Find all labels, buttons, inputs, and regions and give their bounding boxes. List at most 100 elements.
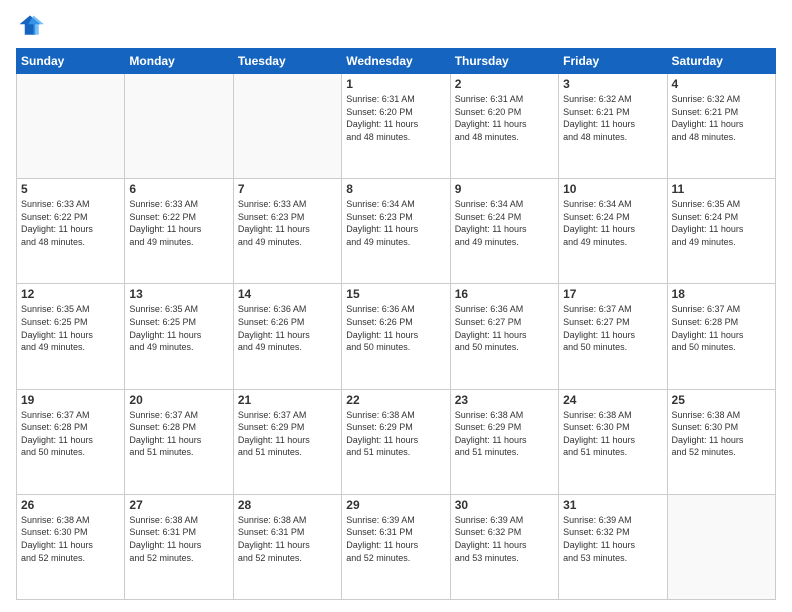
week-row-1: 1 Sunrise: 6:31 AM Sunset: 6:20 PM Daylig… bbox=[17, 74, 776, 179]
header bbox=[16, 12, 776, 40]
weekday-header-thursday: Thursday bbox=[450, 49, 558, 74]
calendar-cell: 17 Sunrise: 6:37 AM Sunset: 6:27 PM Dayli… bbox=[559, 284, 667, 389]
day-info: Sunrise: 6:31 AM Sunset: 6:20 PM Dayligh… bbox=[346, 93, 445, 143]
day-number: 15 bbox=[346, 287, 445, 301]
calendar-cell: 6 Sunrise: 6:33 AM Sunset: 6:22 PM Daylig… bbox=[125, 179, 233, 284]
day-info: Sunrise: 6:38 AM Sunset: 6:31 PM Dayligh… bbox=[238, 514, 337, 564]
day-number: 28 bbox=[238, 498, 337, 512]
calendar-cell: 8 Sunrise: 6:34 AM Sunset: 6:23 PM Daylig… bbox=[342, 179, 450, 284]
day-number: 12 bbox=[21, 287, 120, 301]
day-info: Sunrise: 6:36 AM Sunset: 6:26 PM Dayligh… bbox=[238, 303, 337, 353]
day-info: Sunrise: 6:37 AM Sunset: 6:29 PM Dayligh… bbox=[238, 409, 337, 459]
calendar-cell: 23 Sunrise: 6:38 AM Sunset: 6:29 PM Dayli… bbox=[450, 389, 558, 494]
day-number: 26 bbox=[21, 498, 120, 512]
day-info: Sunrise: 6:35 AM Sunset: 6:25 PM Dayligh… bbox=[129, 303, 228, 353]
day-number: 1 bbox=[346, 77, 445, 91]
day-info: Sunrise: 6:35 AM Sunset: 6:24 PM Dayligh… bbox=[672, 198, 771, 248]
day-number: 20 bbox=[129, 393, 228, 407]
day-info: Sunrise: 6:38 AM Sunset: 6:30 PM Dayligh… bbox=[672, 409, 771, 459]
weekday-header-friday: Friday bbox=[559, 49, 667, 74]
day-info: Sunrise: 6:37 AM Sunset: 6:27 PM Dayligh… bbox=[563, 303, 662, 353]
day-number: 31 bbox=[563, 498, 662, 512]
calendar-cell bbox=[667, 494, 775, 599]
calendar-cell: 12 Sunrise: 6:35 AM Sunset: 6:25 PM Dayli… bbox=[17, 284, 125, 389]
day-info: Sunrise: 6:39 AM Sunset: 6:32 PM Dayligh… bbox=[455, 514, 554, 564]
calendar-cell: 28 Sunrise: 6:38 AM Sunset: 6:31 PM Dayli… bbox=[233, 494, 341, 599]
day-number: 23 bbox=[455, 393, 554, 407]
calendar-cell: 24 Sunrise: 6:38 AM Sunset: 6:30 PM Dayli… bbox=[559, 389, 667, 494]
day-info: Sunrise: 6:32 AM Sunset: 6:21 PM Dayligh… bbox=[672, 93, 771, 143]
calendar-cell: 7 Sunrise: 6:33 AM Sunset: 6:23 PM Daylig… bbox=[233, 179, 341, 284]
day-number: 6 bbox=[129, 182, 228, 196]
day-info: Sunrise: 6:35 AM Sunset: 6:25 PM Dayligh… bbox=[21, 303, 120, 353]
day-number: 13 bbox=[129, 287, 228, 301]
week-row-2: 5Sunrise: 6:33 AM Sunset: 6:22 PM Daylig… bbox=[17, 179, 776, 284]
calendar-cell: 10 Sunrise: 6:34 AM Sunset: 6:24 PM Dayli… bbox=[559, 179, 667, 284]
weekday-header-monday: Monday bbox=[125, 49, 233, 74]
calendar-cell: 19 Sunrise: 6:37 AM Sunset: 6:28 PM Dayli… bbox=[17, 389, 125, 494]
day-number: 18 bbox=[672, 287, 771, 301]
day-info: Sunrise: 6:38 AM Sunset: 6:29 PM Dayligh… bbox=[455, 409, 554, 459]
day-number: 19 bbox=[21, 393, 120, 407]
calendar-cell: 3 Sunrise: 6:32 AM Sunset: 6:21 PM Daylig… bbox=[559, 74, 667, 179]
day-info: Sunrise: 6:38 AM Sunset: 6:30 PM Dayligh… bbox=[563, 409, 662, 459]
day-info: Sunrise: 6:33 AM Sunset: 6:23 PM Dayligh… bbox=[238, 198, 337, 248]
calendar-cell: 13 Sunrise: 6:35 AM Sunset: 6:25 PM Dayli… bbox=[125, 284, 233, 389]
calendar-cell: 27 Sunrise: 6:38 AM Sunset: 6:31 PM Dayli… bbox=[125, 494, 233, 599]
day-info: Sunrise: 6:34 AM Sunset: 6:24 PM Dayligh… bbox=[455, 198, 554, 248]
calendar-cell: 4 Sunrise: 6:32 AM Sunset: 6:21 PM Daylig… bbox=[667, 74, 775, 179]
day-number: 16 bbox=[455, 287, 554, 301]
weekday-header-saturday: Saturday bbox=[667, 49, 775, 74]
calendar-cell: 1 Sunrise: 6:31 AM Sunset: 6:20 PM Daylig… bbox=[342, 74, 450, 179]
day-number: 29 bbox=[346, 498, 445, 512]
week-row-5: 26Sunrise: 6:38 AM Sunset: 6:30 PM Dayli… bbox=[17, 494, 776, 599]
day-number: 17 bbox=[563, 287, 662, 301]
day-number: 24 bbox=[563, 393, 662, 407]
day-info: Sunrise: 6:38 AM Sunset: 6:29 PM Dayligh… bbox=[346, 409, 445, 459]
calendar-cell: 21 Sunrise: 6:37 AM Sunset: 6:29 PM Dayli… bbox=[233, 389, 341, 494]
day-info: Sunrise: 6:37 AM Sunset: 6:28 PM Dayligh… bbox=[129, 409, 228, 459]
day-number: 22 bbox=[346, 393, 445, 407]
day-number: 14 bbox=[238, 287, 337, 301]
logo bbox=[16, 12, 48, 40]
calendar-cell: 22 Sunrise: 6:38 AM Sunset: 6:29 PM Dayli… bbox=[342, 389, 450, 494]
day-info: Sunrise: 6:36 AM Sunset: 6:27 PM Dayligh… bbox=[455, 303, 554, 353]
day-info: Sunrise: 6:38 AM Sunset: 6:31 PM Dayligh… bbox=[129, 514, 228, 564]
day-number: 3 bbox=[563, 77, 662, 91]
day-number: 11 bbox=[672, 182, 771, 196]
calendar-cell: 5Sunrise: 6:33 AM Sunset: 6:22 PM Daylig… bbox=[17, 179, 125, 284]
calendar-cell: 31 Sunrise: 6:39 AM Sunset: 6:32 PM Dayli… bbox=[559, 494, 667, 599]
page: SundayMondayTuesdayWednesdayThursdayFrid… bbox=[0, 0, 792, 612]
week-row-3: 12 Sunrise: 6:35 AM Sunset: 6:25 PM Dayli… bbox=[17, 284, 776, 389]
day-number: 21 bbox=[238, 393, 337, 407]
calendar-cell: 30 Sunrise: 6:39 AM Sunset: 6:32 PM Dayli… bbox=[450, 494, 558, 599]
day-info: Sunrise: 6:32 AM Sunset: 6:21 PM Dayligh… bbox=[563, 93, 662, 143]
day-info: Sunrise: 6:33 AM Sunset: 6:22 PM Dayligh… bbox=[129, 198, 228, 248]
day-number: 8 bbox=[346, 182, 445, 196]
calendar-cell: 9 Sunrise: 6:34 AM Sunset: 6:24 PM Daylig… bbox=[450, 179, 558, 284]
day-info: Sunrise: 6:37 AM Sunset: 6:28 PM Dayligh… bbox=[21, 409, 120, 459]
calendar-cell bbox=[17, 74, 125, 179]
day-number: 2 bbox=[455, 77, 554, 91]
day-info: Sunrise: 6:33 AM Sunset: 6:22 PM Dayligh… bbox=[21, 198, 120, 248]
calendar-cell: 15 Sunrise: 6:36 AM Sunset: 6:26 PM Dayli… bbox=[342, 284, 450, 389]
day-info: Sunrise: 6:34 AM Sunset: 6:24 PM Dayligh… bbox=[563, 198, 662, 248]
day-info: Sunrise: 6:34 AM Sunset: 6:23 PM Dayligh… bbox=[346, 198, 445, 248]
day-number: 7 bbox=[238, 182, 337, 196]
day-number: 30 bbox=[455, 498, 554, 512]
day-number: 9 bbox=[455, 182, 554, 196]
day-number: 10 bbox=[563, 182, 662, 196]
calendar-table: SundayMondayTuesdayWednesdayThursdayFrid… bbox=[16, 48, 776, 600]
weekday-header-tuesday: Tuesday bbox=[233, 49, 341, 74]
week-row-4: 19 Sunrise: 6:37 AM Sunset: 6:28 PM Dayli… bbox=[17, 389, 776, 494]
calendar-cell: 14 Sunrise: 6:36 AM Sunset: 6:26 PM Dayli… bbox=[233, 284, 341, 389]
day-number: 27 bbox=[129, 498, 228, 512]
calendar-cell: 16 Sunrise: 6:36 AM Sunset: 6:27 PM Dayli… bbox=[450, 284, 558, 389]
calendar-cell: 25Sunrise: 6:38 AM Sunset: 6:30 PM Dayli… bbox=[667, 389, 775, 494]
day-number: 4 bbox=[672, 77, 771, 91]
day-info: Sunrise: 6:39 AM Sunset: 6:32 PM Dayligh… bbox=[563, 514, 662, 564]
weekday-header-row: SundayMondayTuesdayWednesdayThursdayFrid… bbox=[17, 49, 776, 74]
calendar-cell bbox=[125, 74, 233, 179]
day-info: Sunrise: 6:36 AM Sunset: 6:26 PM Dayligh… bbox=[346, 303, 445, 353]
calendar-cell: 20 Sunrise: 6:37 AM Sunset: 6:28 PM Dayli… bbox=[125, 389, 233, 494]
